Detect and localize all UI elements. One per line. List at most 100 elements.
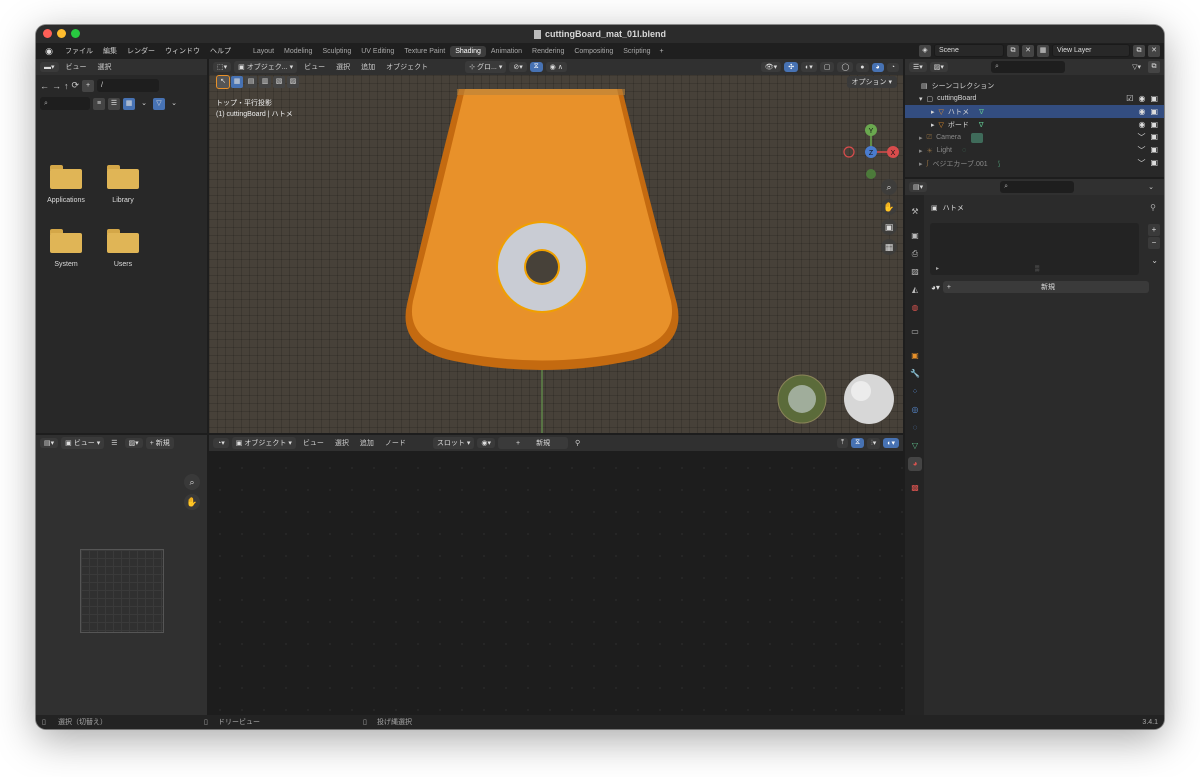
node-view-menu[interactable]: ビュー [299, 438, 328, 448]
eye-icon[interactable]: ◉ [1138, 107, 1145, 116]
new-image-button[interactable]: + 新規 [145, 437, 174, 449]
menu-window[interactable]: ウィンドウ [160, 46, 205, 56]
eye-icon[interactable]: ◉ [1138, 120, 1145, 129]
vertical-list-icon[interactable]: ≡ [93, 97, 105, 110]
close-window-button[interactable] [43, 29, 52, 38]
parent-directory-icon[interactable]: ↑ [64, 81, 69, 91]
node-snap-settings-icon[interactable]: ⫶▾ [866, 437, 881, 449]
constraints-tab-icon[interactable]: ◌ [908, 421, 922, 435]
add-workspace-button[interactable]: + [656, 46, 668, 57]
tab-uv-editing[interactable]: UV Editing [356, 46, 399, 57]
output-tab-icon[interactable]: ⎙ [908, 247, 922, 261]
delete-scene-icon[interactable]: ✕ [1022, 44, 1034, 57]
horizontal-list-icon[interactable]: ☰ [108, 97, 120, 110]
delete-view-layer-icon[interactable]: ✕ [1148, 44, 1160, 57]
texture-tab-icon[interactable]: ▩ [908, 481, 922, 495]
slot-list-expand-icon[interactable]: ▸ [936, 265, 939, 272]
tab-compositing[interactable]: Compositing [569, 46, 618, 57]
minimize-window-button[interactable] [57, 29, 66, 38]
outliner-row-cuttingboard[interactable]: ▾ ▢ cuttingBoard ☑ ◉ ▣ [905, 92, 1164, 105]
render-camera-icon[interactable]: ▣ [1150, 107, 1158, 116]
view-layer-icon[interactable]: ▦ [1037, 44, 1049, 57]
tab-scripting[interactable]: Scripting [618, 46, 655, 57]
image-editor-type-button[interactable]: ▤▾ [40, 438, 59, 448]
outliner-row-board[interactable]: ▸ ▽ ボード ∇ ◉ ▣ [905, 118, 1164, 131]
outliner-search-input[interactable]: ⌕ [990, 61, 1065, 73]
new-collection-icon[interactable]: ⧉ [1148, 61, 1160, 73]
zoom-window-button[interactable] [71, 29, 80, 38]
tab-animation[interactable]: Animation [486, 46, 527, 57]
parent-node-tree-icon[interactable]: ⤒ [836, 438, 849, 448]
eye-closed-icon[interactable]: ﹀ [1137, 158, 1145, 169]
view-layer-tab-icon[interactable]: ▨ [908, 265, 922, 279]
collection-tab-icon[interactable]: ▭ [908, 325, 922, 339]
folder-applications[interactable]: Applications [44, 165, 88, 204]
data-tab-icon[interactable]: ▽ [908, 439, 922, 453]
display-mode-dropdown[interactable]: ▨▾ [929, 62, 948, 72]
toggle-grid-icon[interactable]: ▦ [881, 239, 897, 255]
scene-collection-row[interactable]: ▤ シーンコレクション [905, 79, 1164, 92]
image-view-dropdown[interactable]: ▣ ビュー ▾ [61, 437, 105, 449]
camera-view-icon[interactable]: ▣ [881, 219, 897, 235]
slot-specials-icon[interactable]: ⌄ [1151, 256, 1158, 265]
tab-texture-paint[interactable]: Texture Paint [399, 46, 450, 57]
node-add-menu[interactable]: 追加 [356, 438, 378, 448]
path-field[interactable]: / [97, 79, 160, 92]
menu-edit[interactable]: 編集 [98, 46, 122, 56]
new-folder-icon[interactable]: + [82, 79, 95, 92]
browse-material-icon[interactable]: ◕▾ [931, 283, 940, 292]
image-zoom-icon[interactable]: ⌕ [184, 474, 200, 490]
properties-editor-type-button[interactable]: ▤▾ [909, 182, 928, 192]
scene-field[interactable]: Scene [934, 44, 1004, 57]
checkbox-icon[interactable]: ☑ [1126, 94, 1133, 103]
node-snap-icon[interactable]: ⧖ [851, 438, 864, 448]
gizmo-neg-x[interactable] [843, 146, 855, 158]
expand-arrow-icon[interactable]: ▸ [931, 121, 935, 129]
back-arrow-icon[interactable]: ← [40, 81, 49, 91]
scene-tab-icon[interactable]: ◭ [908, 283, 922, 297]
material-slot-list[interactable]: ▸ ▒ [930, 223, 1139, 275]
tab-shading[interactable]: Shading [450, 45, 486, 57]
eye-closed-icon[interactable]: ﹀ [1137, 132, 1145, 143]
render-tab-icon[interactable]: ▣ [908, 229, 922, 243]
refresh-icon[interactable]: ⟳ [72, 80, 80, 91]
file-browser-select-menu[interactable]: 選択 [94, 62, 116, 72]
expand-arrow-icon[interactable]: ▸ [919, 160, 923, 168]
outliner-filter-icon[interactable]: ▽▾ [1128, 63, 1145, 71]
gizmo-neg-y[interactable] [866, 169, 876, 179]
outliner-row-camera[interactable]: ▸ ⎚ Camera ﹀ ▣ [905, 131, 1164, 144]
slot-dropdown[interactable]: スロット ▾ [432, 437, 475, 449]
shader-node-editor[interactable]: ◔▾ ▣ オブジェクト ▾ ビュー 選択 追加 ノード スロット ▾ ◉▾ + … [209, 435, 903, 715]
node-overlay-icon[interactable]: ◐▾ [883, 438, 899, 448]
eye-closed-icon[interactable]: ﹀ [1137, 145, 1145, 156]
blender-logo-icon[interactable]: ◉ [42, 45, 56, 57]
menu-help[interactable]: ヘルプ [205, 46, 236, 56]
file-browser-view-menu[interactable]: ビュー [62, 62, 91, 72]
object-tab-icon[interactable]: ▣ [908, 349, 922, 363]
new-scene-icon[interactable]: ⧉ [1007, 44, 1019, 57]
tab-sculpting[interactable]: Sculpting [317, 46, 356, 57]
render-camera-icon[interactable]: ▣ [1150, 120, 1158, 129]
new-material-button[interactable]: + 新規 [498, 437, 569, 449]
folder-users[interactable]: Users [101, 229, 145, 268]
file-search-input[interactable]: ⌕ [40, 97, 90, 110]
node-object-dropdown[interactable]: ▣ オブジェクト ▾ [231, 437, 296, 449]
particles-tab-icon[interactable]: ⁘ [908, 385, 922, 399]
image-pan-icon[interactable]: ✋ [184, 494, 200, 510]
forward-arrow-icon[interactable]: → [52, 81, 61, 91]
folder-system[interactable]: System [44, 229, 88, 268]
filter-dropdown-icon[interactable]: ⌄ [168, 98, 180, 110]
new-view-layer-icon[interactable]: ⧉ [1133, 44, 1145, 57]
pin-icon[interactable]: ⚲ [571, 439, 584, 447]
material-browse-icon[interactable]: ◉▾ [477, 438, 496, 448]
node-node-menu[interactable]: ノード [381, 438, 410, 448]
filter-icon[interactable]: ▽ [153, 97, 165, 110]
material-tab-icon[interactable]: ◕ [908, 457, 922, 471]
new-material-properties-button[interactable]: + 新規 [942, 281, 1149, 293]
tab-modeling[interactable]: Modeling [279, 46, 317, 57]
display-dropdown-icon[interactable]: ⌄ [138, 98, 150, 110]
render-camera-icon[interactable]: ▣ [1150, 132, 1158, 143]
tab-layout[interactable]: Layout [248, 46, 279, 57]
physics-tab-icon[interactable]: ◎ [908, 403, 922, 417]
properties-search-input[interactable]: ⌕ [1000, 181, 1075, 193]
